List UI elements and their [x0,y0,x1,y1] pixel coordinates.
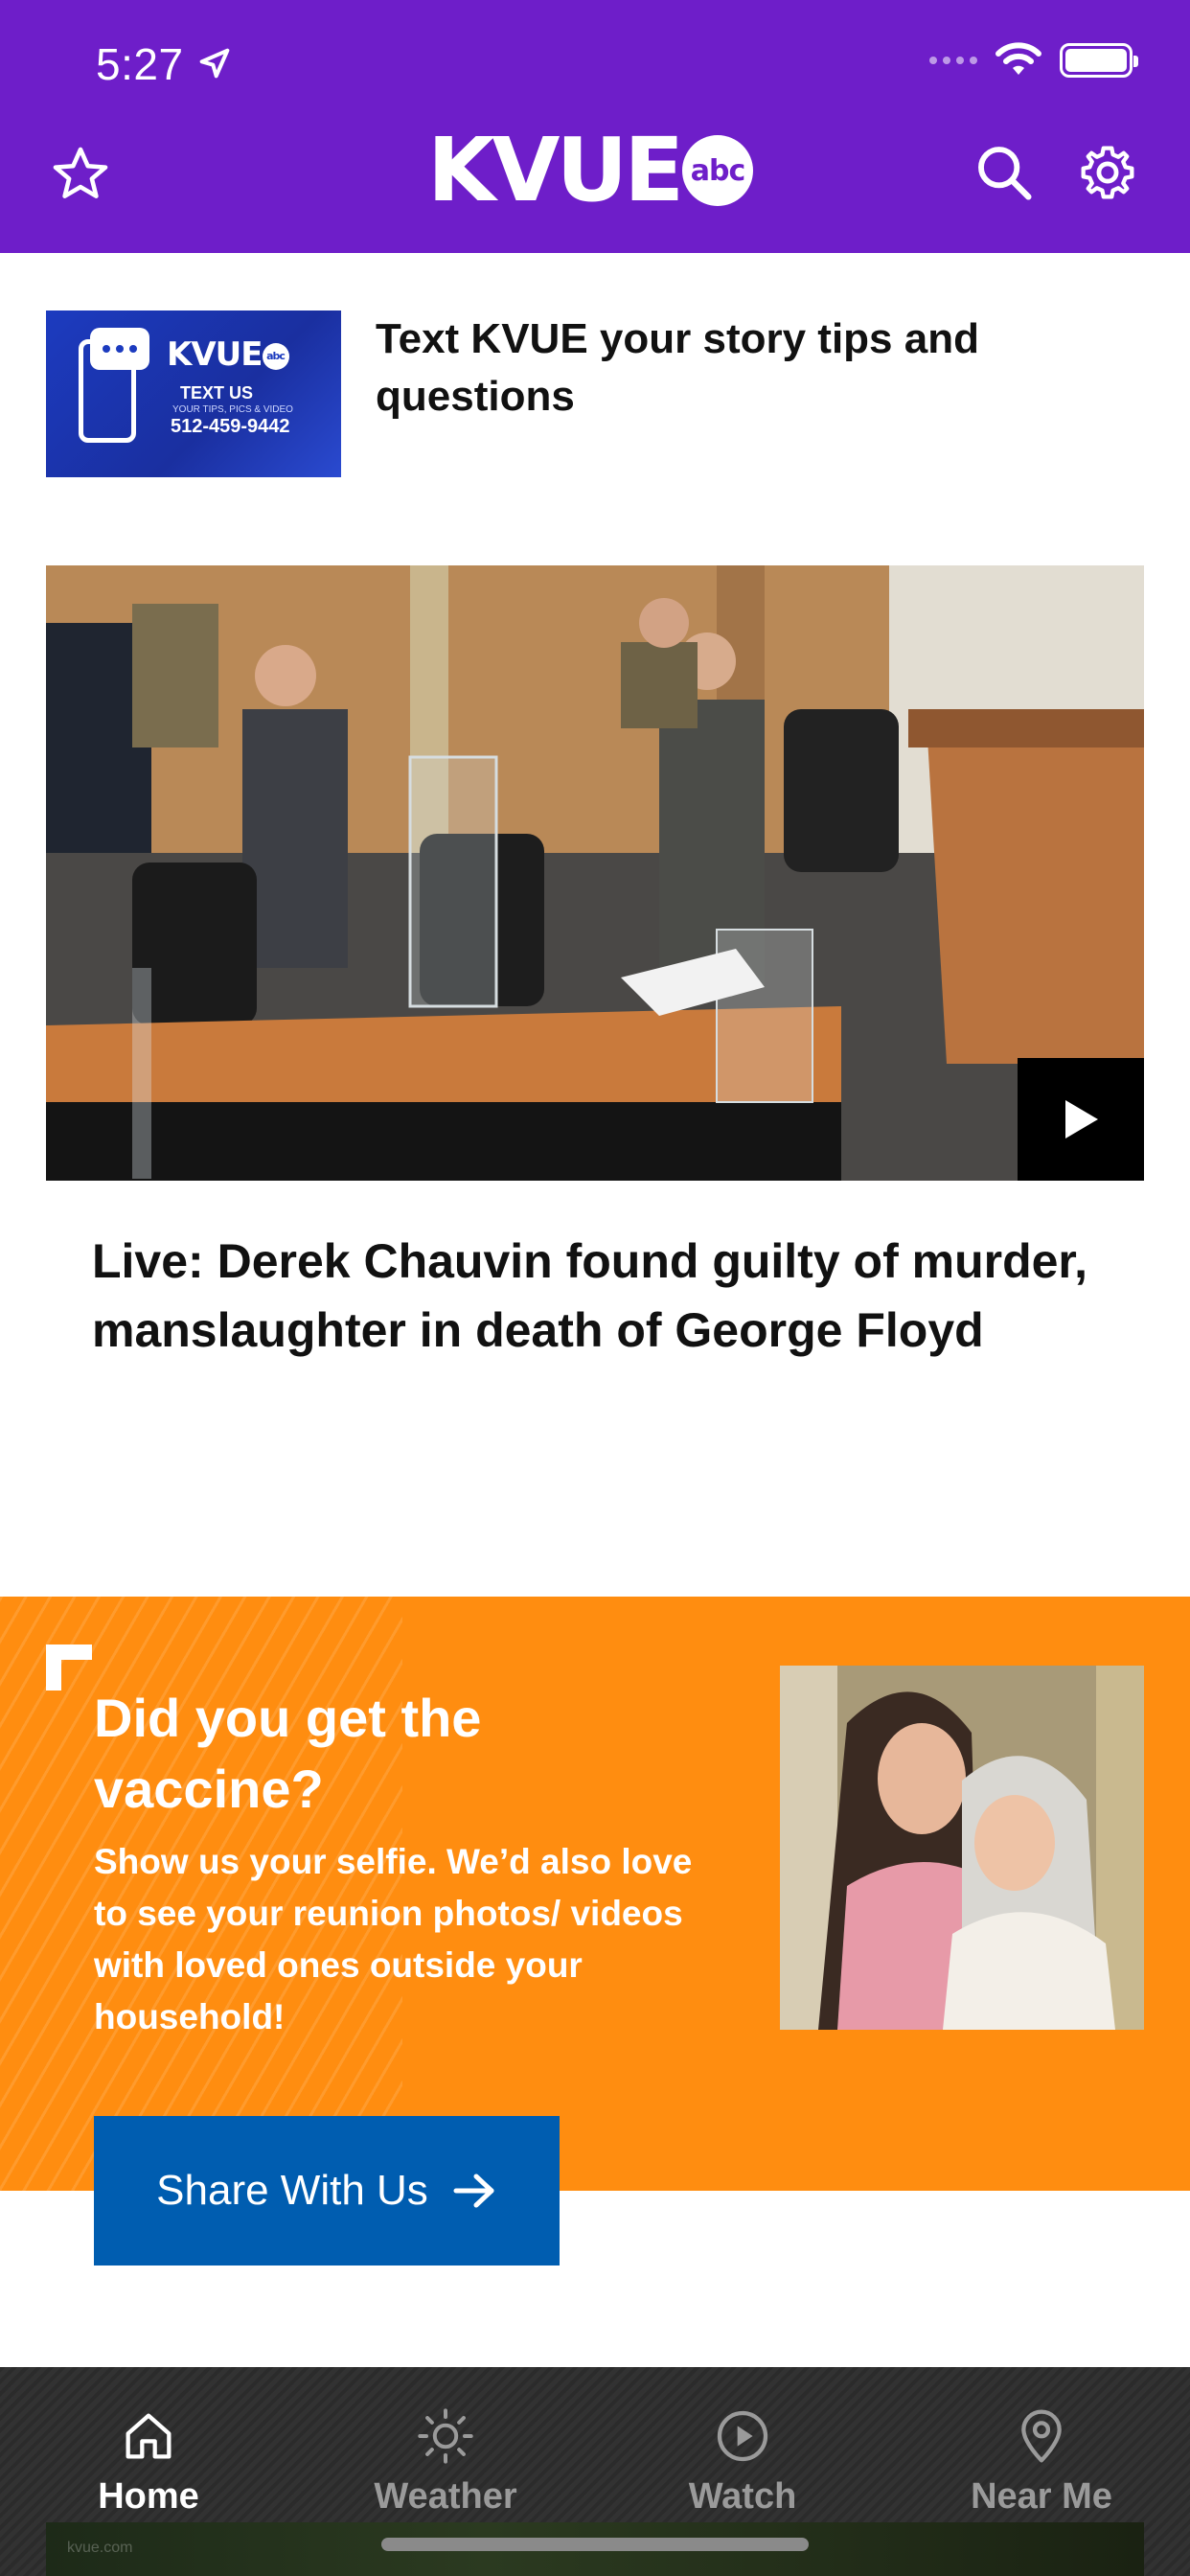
play-icon [1065,1100,1098,1138]
status-indicators [929,42,1138,79]
tab-watch-label: Watch [688,2476,797,2517]
location-pin-icon [1021,2409,1062,2463]
status-time: 5:27 [96,39,184,89]
vaccine-promo-banner: Did you get the vaccine? Show us your se… [0,1597,1190,2191]
promo-selfie-photo [780,1666,1144,2030]
tab-home[interactable]: Home [0,2367,297,2540]
tab-home-label: Home [98,2476,199,2517]
kvue-logo: KVUE abc [427,126,754,215]
thumbnail-brand: KVUE abc [167,335,289,374]
search-icon[interactable] [973,142,1035,203]
home-indicator[interactable] [381,2538,809,2551]
story-tips-headline[interactable]: Text KVUE your story tips and questions [376,310,1065,426]
tab-weather[interactable]: Weather [297,2367,594,2540]
play-circle-icon [717,2410,768,2462]
location-arrow-icon [199,48,230,79]
story-tips-card[interactable]: KVUE abc TEXT US YOUR TIPS, PICS & VIDEO … [46,310,1157,477]
tab-near-me-label: Near Me [971,2476,1112,2517]
hero-headline[interactable]: Live: Derek Chauvin found guilty of murd… [92,1227,1108,1365]
chat-bubble-icon [90,328,149,370]
text-us-thumbnail: KVUE abc TEXT US YOUR TIPS, PICS & VIDEO … [46,310,341,477]
wifi-icon [995,42,1041,75]
tab-near-me[interactable]: Near Me [893,2367,1190,2540]
cellular-signal-icon [929,57,977,64]
tab-weather-label: Weather [374,2476,517,2517]
ad-strip-text: kvue.com [67,2540,133,2556]
play-video-button[interactable] [1018,1058,1144,1181]
settings-gear-icon[interactable] [1077,142,1138,203]
sun-icon [418,2408,473,2464]
corner-bracket-icon [46,1644,92,1690]
battery-icon [1060,43,1138,78]
share-with-us-button[interactable]: Share With Us [94,2116,560,2266]
thumbnail-text-us: TEXT US [180,383,254,402]
hero-video-thumbnail[interactable] [46,565,1144,1181]
favorites-star-icon[interactable] [48,142,113,207]
app-screen: 5:27 KVUE abc KVUE abc TEXT US YOUR TIPS… [0,0,1190,2576]
home-icon [126,2413,172,2459]
promo-body: Show us your selfie. We’d also love to s… [94,1842,693,2036]
promo-title: Did you get the vaccine? [94,1688,482,1819]
tab-watch[interactable]: Watch [594,2367,891,2540]
arrow-right-icon [453,2174,494,2208]
share-button-label: Share With Us [156,2167,428,2214]
thumbnail-subtext: YOUR TIPS, PICS & VIDEO [172,404,293,415]
top-header: 5:27 KVUE abc [0,0,1190,253]
thumbnail-phone-number: 512-459-9442 [171,416,290,437]
